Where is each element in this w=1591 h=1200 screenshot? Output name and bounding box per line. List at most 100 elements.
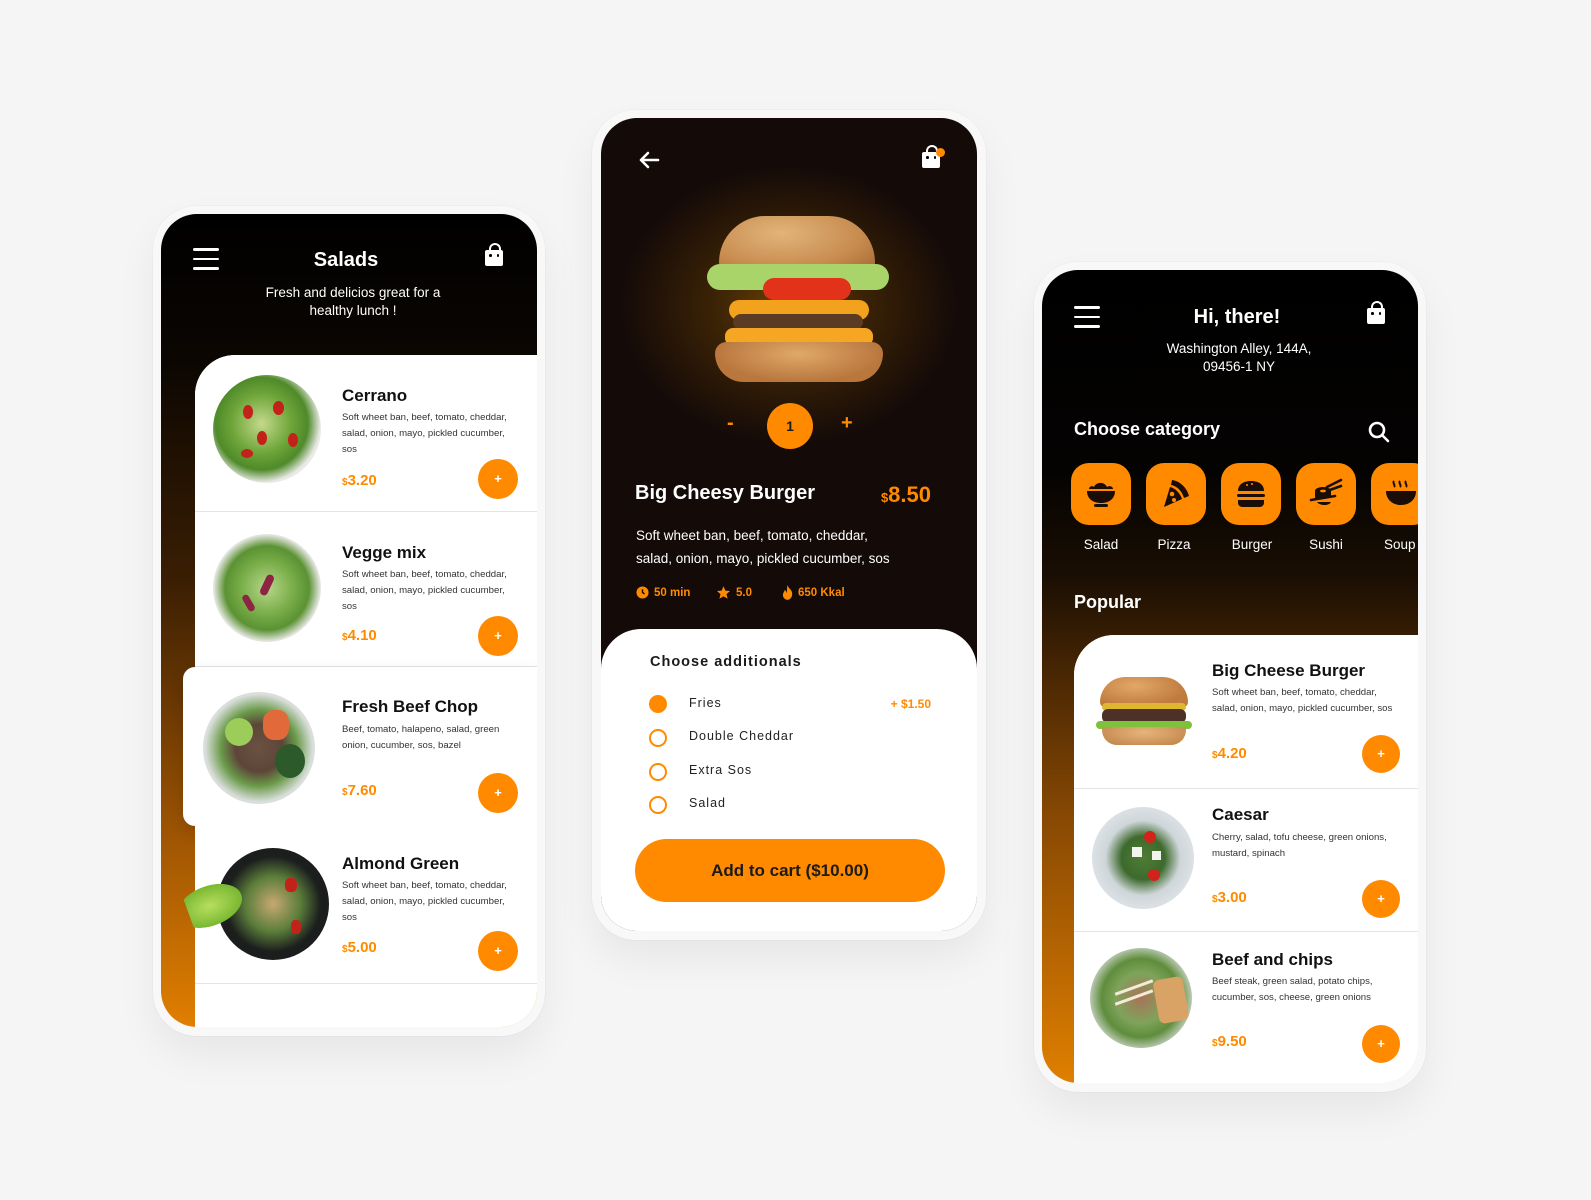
product-name: Big Cheesy Burger <box>635 482 816 504</box>
food-name: Cerrano <box>342 386 408 405</box>
add-to-cart-button[interactable]: + <box>478 616 518 656</box>
food-image <box>213 375 321 483</box>
description-line: salad, onion, mayo, pickled cucumber, so… <box>636 551 890 566</box>
food-price: $4.10 <box>342 627 377 644</box>
shopping-bag-icon[interactable] <box>922 145 945 168</box>
list-item[interactable]: Caesar Cherry, salad, tofu cheese, green… <box>1074 789 1418 932</box>
food-image <box>203 692 315 804</box>
category-label: Soup <box>1384 537 1416 552</box>
food-price: $3.00 <box>1212 889 1247 906</box>
flame-icon <box>782 585 793 600</box>
star-icon <box>716 586 731 599</box>
price-value: 5.00 <box>347 939 377 956</box>
page-title: Salads <box>313 249 379 271</box>
burger-image <box>703 216 893 386</box>
additional-label: Double Cheddar <box>689 729 795 743</box>
radio-double-cheddar[interactable] <box>649 729 667 747</box>
category-burger[interactable] <box>1221 463 1281 525</box>
list-item[interactable]: Big Cheese Burger Soft wheet ban, beef, … <box>1074 635 1418 789</box>
popular-title: Popular <box>1074 592 1142 612</box>
category-label: Salad <box>1083 537 1119 552</box>
category-label: Pizza <box>1157 537 1191 552</box>
additional-price: + $1.50 <box>890 697 931 711</box>
pizza-slice-icon <box>1164 480 1189 507</box>
subtitle-line: Fresh and delicios great for a <box>265 285 441 300</box>
category-salad[interactable] <box>1071 463 1131 525</box>
category-pizza[interactable] <box>1146 463 1206 525</box>
list-item[interactable]: Beef and chips Beef steak, green salad, … <box>1074 932 1418 1083</box>
food-description: Soft wheet ban, beef, tomato, cheddar, s… <box>342 412 507 455</box>
add-to-cart-button[interactable]: + <box>478 931 518 971</box>
additionals-sheet: Choose additionals Fries + $1.50 Double … <box>601 629 977 931</box>
food-price: $5.00 <box>342 939 377 956</box>
category-soup[interactable] <box>1371 463 1418 525</box>
add-to-cart-button[interactable]: Add to cart ($10.00) <box>635 839 945 902</box>
price-value: 8.50 <box>888 482 931 507</box>
list-item[interactable]: Cerrano Soft wheet ban, beef, tomato, ch… <box>195 355 537 512</box>
radio-extra-sos[interactable] <box>649 763 667 781</box>
address-line[interactable]: 09456-1 NY <box>1042 358 1418 376</box>
price-value: 9.50 <box>1217 1033 1247 1050</box>
additional-label: Salad <box>689 796 726 810</box>
add-to-cart-button[interactable]: + <box>1362 1025 1400 1063</box>
price-value: 3.00 <box>1217 889 1247 906</box>
rating-value: 5.0 <box>736 586 752 599</box>
prep-time: 50 min <box>636 586 690 599</box>
prep-time-value: 50 min <box>654 586 691 599</box>
category-title: Choose category <box>1074 419 1221 439</box>
salads-screen: Salads Fresh and delicios great for a he… <box>161 214 537 1027</box>
clock-icon <box>636 586 649 599</box>
add-to-cart-button[interactable]: + <box>1362 735 1400 773</box>
arrow-left-icon[interactable] <box>637 148 661 177</box>
decrease-quantity-button[interactable]: - <box>727 412 734 435</box>
detail-screen: - 1 + Big Cheesy Burger $8.50 Soft wheet… <box>601 118 977 931</box>
price-value: 7.60 <box>347 782 377 799</box>
price-value: 4.10 <box>347 627 377 644</box>
food-image <box>213 534 321 642</box>
food-image <box>1090 948 1192 1048</box>
list-item[interactable]: Vegge mix Soft wheet ban, beef, tomato, … <box>195 512 537 667</box>
category-sushi[interactable] <box>1296 463 1356 525</box>
food-description: Soft wheet ban, beef, tomato, cheddar, s… <box>342 569 507 612</box>
food-name: Beef and chips <box>1212 950 1333 969</box>
address-line[interactable]: Washington Alley, 144A, <box>1042 340 1418 358</box>
list-item[interactable]: Fresh Beef Chop Beef, tomato, halapeno, … <box>183 667 537 826</box>
list-item[interactable]: Almond Green Soft wheet ban, beef, tomat… <box>181 826 537 984</box>
salad-bowl-icon <box>1087 482 1115 507</box>
shopping-bag-icon[interactable] <box>485 243 503 266</box>
quantity-value: 1 <box>767 403 813 449</box>
description-line: Soft wheet ban, beef, tomato, cheddar, <box>636 528 868 543</box>
food-description: Soft wheet ban, beef, tomato, cheddar, s… <box>1212 687 1393 714</box>
food-name: Big Cheese Burger <box>1212 661 1366 680</box>
search-icon[interactable] <box>1367 420 1391 449</box>
cart-badge <box>936 148 945 157</box>
food-description: Beef steak, green salad, potato chips, c… <box>1212 976 1373 1003</box>
food-description: Cherry, salad, tofu cheese, green onions… <box>1212 832 1387 859</box>
page-subtitle: Fresh and delicios great for a healthy l… <box>161 284 537 320</box>
food-description: Beef, tomato, halapeno, salad, green oni… <box>342 724 500 751</box>
food-price: $9.50 <box>1212 1033 1247 1050</box>
shopping-bag-icon[interactable] <box>1367 301 1385 324</box>
add-to-cart-button[interactable]: + <box>478 459 518 499</box>
food-name: Vegge mix <box>342 543 427 562</box>
additional-label: Fries <box>689 696 722 710</box>
burger-icon <box>1237 481 1265 507</box>
add-to-cart-button[interactable]: + <box>1362 880 1400 918</box>
food-price: $3.20 <box>342 472 377 489</box>
add-to-cart-button[interactable]: + <box>478 773 518 813</box>
rating: 5.0 <box>716 585 752 600</box>
category-label: Burger <box>1231 537 1273 552</box>
price-value: 3.20 <box>347 472 377 489</box>
food-name: Almond Green <box>342 854 460 873</box>
subtitle-line: healthy lunch ! <box>309 303 397 318</box>
home-screen: Hi, there! Washington Alley, 144A, 09456… <box>1042 270 1418 1083</box>
product-description: Soft wheet ban, beef, tomato, cheddar, s… <box>636 524 890 570</box>
radio-salad[interactable] <box>649 796 667 814</box>
increase-quantity-button[interactable]: + <box>841 412 853 435</box>
radio-fries[interactable] <box>649 695 667 713</box>
food-price: $4.20 <box>1212 745 1247 762</box>
food-description: Soft wheet ban, beef, tomato, cheddar, s… <box>342 880 507 923</box>
food-name: Caesar <box>1212 805 1269 824</box>
price-value: 4.20 <box>1217 745 1247 762</box>
food-name: Fresh Beef Chop <box>342 697 479 716</box>
